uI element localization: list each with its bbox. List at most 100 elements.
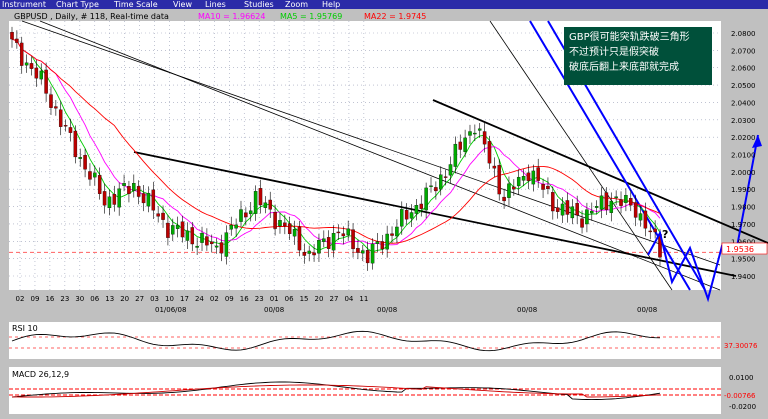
menu-help[interactable]: Help [322,0,340,9]
candle-body [629,198,633,206]
candle-body [516,176,521,187]
date-tick-label: 27 [329,295,338,303]
menu-studies[interactable]: Studies [244,0,274,9]
date-tick-label: 16 [45,295,54,303]
candle-body [590,210,594,214]
candle-body [643,210,648,229]
menu-zoom[interactable]: Zoom [285,0,308,9]
candle-body [580,218,584,228]
price-tick-label: 1.9900 [731,186,756,194]
candle-body [278,220,282,227]
month-label: 00/08 [377,306,397,314]
price-tick-label: 2.0300 [731,117,756,125]
candle-body [39,70,43,80]
candle-body [322,238,326,242]
candle-body [44,69,48,94]
candle-body [653,228,657,233]
date-axis: 02 09 16 23 30 06 13 20 27 03 10 17 24 02 09 16 23 01 06 15… [16,295,369,303]
candle-body [200,232,204,243]
macd-plot-area[interactable] [9,367,721,414]
candle-body [175,224,180,229]
candle-body [297,226,302,251]
price-tick-label: 2.0200 [731,134,756,142]
candle-body [88,171,92,180]
candle-body [54,106,58,109]
macd-tick-mid: -0.00766 [724,392,756,400]
menu-bar: Instrument Chart Type Time Scale View Lines S… [0,0,768,9]
candle-body [477,128,482,131]
candle-body [326,237,331,249]
candle-body [375,241,380,244]
candle-body [585,209,589,225]
price-tick-label: 2.0400 [731,99,756,107]
date-tick-label: 13 [105,295,114,303]
candle-body [102,191,107,206]
date-tick-label: 20 [315,295,324,303]
candle-body [263,202,268,208]
candle-body [185,230,190,241]
date-tick-label: 30 [75,295,84,303]
annotation-line-3: 破底后翻上来底部就完成 [569,62,679,73]
candle-body [434,187,438,192]
candle-body [268,199,272,210]
date-tick-label: 10 [165,295,174,303]
macd-tick-bottom: -0.0200 [729,403,756,411]
candle-body [117,188,121,208]
candle-body [463,137,467,152]
date-tick-label: 24 [195,295,204,303]
menu-chart-type[interactable]: Chart Type [56,0,99,9]
candle-body [292,229,297,237]
menu-view[interactable]: View [173,0,192,9]
candle-body [83,155,87,170]
candle-body [370,243,375,264]
candle-body [283,222,287,227]
month-labels: 01/06/08 00/08 00/08 00/08 00/08 [155,306,657,314]
menu-instrument[interactable]: Instrument [2,0,46,9]
price-tick-label: 2.0800 [731,30,756,38]
candle-body [93,172,97,178]
menu-lines[interactable]: Lines [205,0,226,9]
candle-body [507,183,511,198]
rsi-value: 37.30076 [724,342,758,350]
date-tick-label: 01 [270,295,279,303]
date-tick-label: 06 [285,295,294,303]
candle-body [404,209,409,220]
candle-body [24,62,29,66]
menu-time-scale[interactable]: Time Scale [114,0,158,9]
candle-body [395,226,399,237]
candle-body [166,222,170,238]
date-tick-label: 23 [255,295,264,303]
candle-body [492,165,497,169]
candle-body [132,183,136,191]
macd-tick-top: 0.0100 [729,374,754,382]
candle-body [380,241,385,250]
candle-body [307,250,311,254]
candle-body [351,229,355,250]
candle-body [219,242,224,254]
price-tick-label: 2.0100 [731,152,756,160]
candle-body [468,131,472,136]
candle-body [512,186,516,190]
candle-body [136,186,141,197]
candle-body [63,125,68,127]
candle-body [234,224,238,229]
candle-body [356,248,360,253]
candle-body [448,164,453,176]
date-tick-label: 09 [225,295,234,303]
month-label: 00/08 [264,306,284,314]
candle-body [531,170,536,185]
candle-body [594,206,599,208]
candle-body [414,205,419,214]
candle-body [248,210,253,215]
candle-body [287,223,292,235]
candle-body [122,183,126,187]
candle-body [638,213,643,221]
date-tick-label: 06 [90,295,99,303]
price-tick-label: 1.9500 [731,256,756,264]
candle-body [239,209,243,222]
date-tick-label: 03 [150,295,159,303]
candle-body [419,203,424,209]
month-label: 01/06/08 [155,306,186,314]
price-tick-label: 2.0700 [731,47,756,55]
rsi-plot-area[interactable] [9,322,721,359]
